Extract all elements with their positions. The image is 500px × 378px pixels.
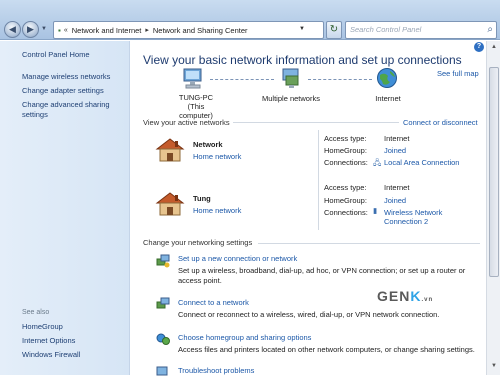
search-input[interactable]: Search Control Panel ⌕ bbox=[345, 21, 497, 39]
access-type-value: Internet bbox=[384, 183, 410, 192]
left-navigation-pane: Control Panel Home Manage wireless netwo… bbox=[0, 41, 130, 375]
wireless-signal-icon: ▮ bbox=[373, 206, 378, 215]
change-settings-label: Change your networking settings bbox=[143, 238, 253, 247]
ethernet-icon: 🖧 bbox=[373, 158, 382, 167]
home-network-icon bbox=[155, 192, 185, 216]
control-panel-home-link[interactable]: Control Panel Home bbox=[22, 50, 90, 60]
homegroup-label: HomeGroup: bbox=[324, 146, 367, 155]
sidebar-item-adapter-settings[interactable]: Change adapter settings bbox=[22, 86, 104, 96]
new-connection-icon bbox=[156, 254, 170, 268]
sidebar-item-manage-wireless[interactable]: Manage wireless networks bbox=[22, 72, 110, 82]
address-toolbar: ◀ ▶ ▼ ▪ « Network and Internet ▸ Network… bbox=[0, 0, 500, 40]
sidebar-item-internet-options[interactable]: Internet Options bbox=[22, 336, 75, 346]
multiple-networks-icon bbox=[282, 68, 299, 88]
setup-connection-link[interactable]: Set up a new connection or network bbox=[178, 254, 297, 263]
connections-label: Connections: bbox=[324, 208, 368, 217]
sidebar-item-windows-firewall[interactable]: Windows Firewall bbox=[22, 350, 80, 360]
sidebar-item-advanced-sharing-cont[interactable]: settings bbox=[22, 110, 48, 120]
troubleshoot-icon bbox=[156, 366, 168, 376]
forward-arrow-icon[interactable]: ▶ bbox=[22, 21, 39, 38]
breadcrumb-network-and-internet[interactable]: Network and Internet bbox=[72, 26, 142, 35]
breadcrumb-separator: ▸ bbox=[145, 27, 149, 34]
address-dropdown-icon[interactable]: ▼ bbox=[299, 26, 305, 32]
home-network-icon bbox=[155, 138, 185, 162]
connect-network-icon bbox=[156, 297, 170, 309]
homegroup-icon bbox=[156, 333, 170, 345]
internet-label: Internet bbox=[375, 94, 401, 103]
access-type-label: Access type: bbox=[324, 183, 367, 192]
task-description: Access files and printers located on oth… bbox=[178, 345, 475, 354]
access-type-label: Access type: bbox=[324, 134, 367, 143]
divider bbox=[233, 122, 399, 123]
see-also-label: See also bbox=[22, 309, 50, 316]
network-name: Network bbox=[193, 140, 223, 149]
wireless-connection-link-cont[interactable]: Connection 2 bbox=[384, 217, 428, 226]
connection-line bbox=[308, 79, 372, 80]
wireless-connection-link[interactable]: Wireless Network bbox=[384, 208, 442, 217]
help-icon[interactable]: ? bbox=[474, 42, 484, 52]
multiple-networks-label: Multiple networks bbox=[262, 94, 320, 103]
divider bbox=[258, 243, 480, 244]
connection-line bbox=[210, 79, 274, 80]
page-title: View your basic network information and … bbox=[143, 53, 462, 67]
homegroup-joined-link[interactable]: Joined bbox=[384, 196, 406, 205]
connect-to-network-link[interactable]: Connect to a network bbox=[178, 298, 249, 307]
refresh-icon[interactable]: ↻ bbox=[326, 21, 342, 39]
connections-label: Connections: bbox=[324, 158, 368, 167]
network-name: Tung bbox=[193, 194, 211, 203]
see-full-map-link[interactable]: See full map bbox=[437, 69, 479, 78]
troubleshoot-link[interactable]: Troubleshoot problems bbox=[178, 366, 254, 375]
recent-pages-dropdown-icon[interactable]: ▼ bbox=[41, 26, 47, 32]
active-networks-label: View your active networks bbox=[143, 118, 230, 127]
connect-or-disconnect-link[interactable]: Connect or disconnect bbox=[403, 118, 478, 127]
computer-icon bbox=[183, 68, 202, 89]
sidebar-item-homegroup[interactable]: HomeGroup bbox=[22, 322, 63, 332]
divider bbox=[318, 130, 319, 230]
sidebar-item-advanced-sharing[interactable]: Change advanced sharing bbox=[22, 100, 110, 110]
access-type-value: Internet bbox=[384, 134, 410, 143]
task-description-cont: access point. bbox=[178, 276, 222, 285]
homegroup-sharing-link[interactable]: Choose homegroup and sharing options bbox=[178, 333, 311, 342]
search-placeholder: Search Control Panel bbox=[350, 25, 422, 34]
scroll-down-arrow-icon[interactable]: ▼ bbox=[489, 363, 499, 369]
network-type-link[interactable]: Home network bbox=[193, 152, 241, 161]
back-arrow-icon[interactable]: ◀ bbox=[4, 21, 21, 38]
vertical-scrollbar[interactable]: ▲ ▼ bbox=[486, 41, 500, 375]
local-area-connection-link[interactable]: Local Area Connection bbox=[384, 158, 459, 167]
this-computer-name: TUNG-PC bbox=[178, 93, 214, 102]
task-description: Connect or reconnect to a wireless, wire… bbox=[178, 310, 440, 319]
address-bar[interactable]: ▪ « Network and Internet ▸ Network and S… bbox=[53, 21, 324, 39]
search-icon[interactable]: ⌕ bbox=[487, 24, 493, 35]
breadcrumb-network-and-sharing-center[interactable]: Network and Sharing Center bbox=[153, 26, 248, 35]
homegroup-label: HomeGroup: bbox=[324, 196, 367, 205]
task-description: Set up a wireless, broadband, dial-up, a… bbox=[178, 266, 466, 275]
internet-globe-icon bbox=[377, 68, 397, 88]
scrollbar-thumb[interactable] bbox=[489, 67, 499, 277]
scroll-up-arrow-icon[interactable]: ▲ bbox=[489, 44, 499, 50]
homegroup-joined-link[interactable]: Joined bbox=[384, 146, 406, 155]
network-type-link[interactable]: Home network bbox=[193, 206, 241, 215]
genk-watermark-logo: GENK.vn bbox=[377, 288, 434, 304]
control-panel-icon: ▪ bbox=[58, 25, 61, 35]
breadcrumb-separator: « bbox=[63, 26, 68, 34]
